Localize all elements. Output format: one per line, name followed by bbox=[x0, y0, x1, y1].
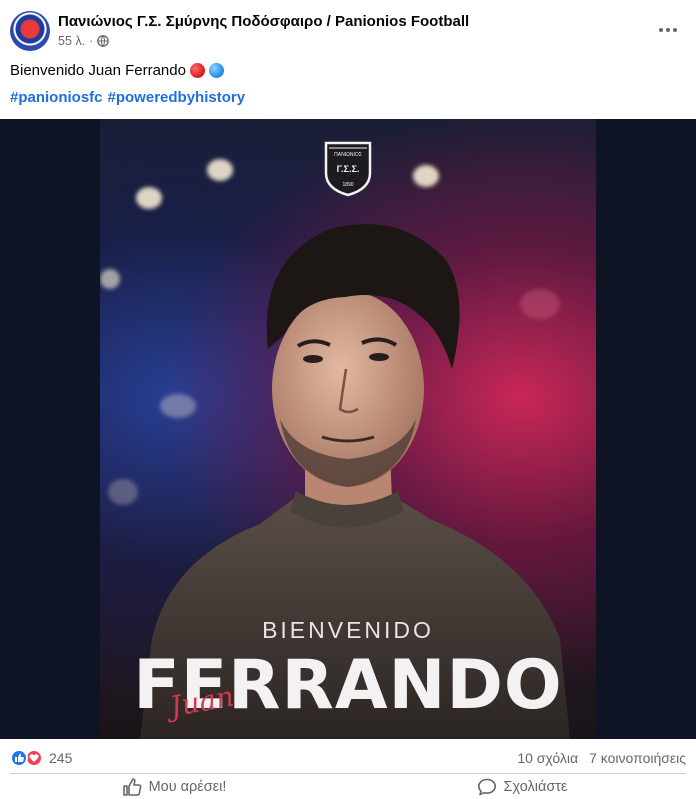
more-options-icon[interactable] bbox=[656, 20, 680, 40]
reaction-count: 245 bbox=[49, 750, 73, 766]
like-button-label: Μου αρέσει! bbox=[148, 779, 227, 795]
red-circle-emoji-icon bbox=[189, 63, 205, 78]
hashtag-poweredbyhistory[interactable]: #poweredbyhistory bbox=[108, 89, 246, 106]
post-time[interactable]: 55 λ. bbox=[58, 34, 85, 48]
post-header: Πανιώνιος Γ.Σ. Σμύρνης Ποδόσφαιρο / Pani… bbox=[0, 0, 696, 60]
hashtags: #panioniosfc #poweredbyhistory bbox=[10, 89, 245, 106]
thumbs-up-icon bbox=[122, 778, 141, 796]
hashtag-panioniosfc[interactable]: #panioniosfc bbox=[10, 89, 103, 106]
crest-year: 1890 bbox=[342, 182, 353, 188]
like-button[interactable]: Μου αρέσει! bbox=[0, 775, 348, 799]
page-avatar[interactable] bbox=[10, 11, 50, 51]
announcement-poster: ΠΑΝΙΩΝΙΟΣ Γ.Σ.Σ. 1890 BIENVENIDO FERRAND… bbox=[100, 119, 596, 739]
blue-circle-emoji-icon bbox=[208, 63, 224, 78]
reaction-summary[interactable]: 245 bbox=[10, 748, 72, 768]
like-reaction-icon bbox=[10, 749, 28, 767]
shares-count-link[interactable]: 7 κοινοποιήσεις bbox=[589, 750, 686, 766]
comment-button-label: Σχολιάστε bbox=[503, 779, 568, 795]
comments-count-link[interactable]: 10 σχόλια bbox=[517, 750, 578, 766]
post-actions: Μου αρέσει! Σχολιάστε bbox=[0, 775, 696, 799]
facebook-post: Πανιώνιος Γ.Σ. Σμύρνης Ποδόσφαιρο / Pani… bbox=[0, 0, 696, 799]
meta-separator: · bbox=[89, 34, 94, 48]
comment-icon bbox=[477, 778, 496, 796]
post-image[interactable]: ΠΑΝΙΩΝΙΟΣ Γ.Σ.Σ. 1890 BIENVENIDO FERRAND… bbox=[0, 119, 696, 739]
globe-icon[interactable] bbox=[97, 35, 110, 47]
post-caption: Bienvenido Juan Ferrando bbox=[10, 62, 224, 79]
comment-button[interactable]: Σχολιάστε bbox=[348, 775, 696, 799]
crest-initials: Γ.Σ.Σ. bbox=[337, 164, 360, 174]
action-divider bbox=[10, 773, 686, 774]
engagement-counts: 10 σχόλια 7 κοινοποιήσεις bbox=[517, 750, 686, 766]
post-meta: 55 λ. · bbox=[58, 34, 110, 48]
poster-headline: BIENVENIDO bbox=[262, 617, 434, 643]
crest-club-name: ΠΑΝΙΩΝΙΟΣ bbox=[334, 152, 362, 158]
caption-text: Bienvenido Juan Ferrando bbox=[10, 62, 186, 79]
club-crest-icon: ΠΑΝΙΩΝΙΟΣ Γ.Σ.Σ. 1890 bbox=[324, 141, 372, 197]
page-name-link[interactable]: Πανιώνιος Γ.Σ. Σμύρνης Ποδόσφαιρο / Pani… bbox=[58, 13, 469, 30]
